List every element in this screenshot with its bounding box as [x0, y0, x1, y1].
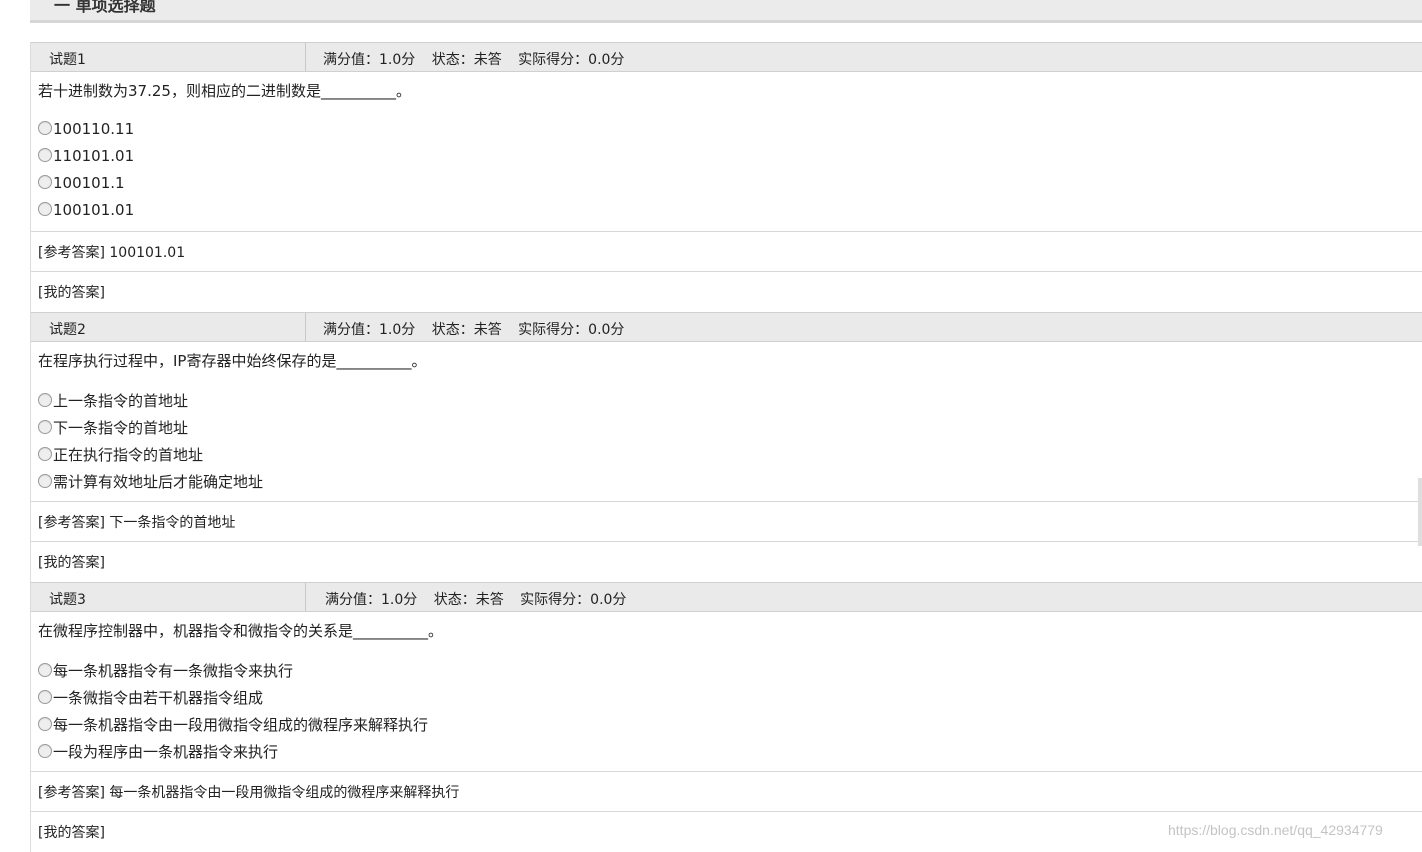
divider: [31, 771, 1422, 772]
question-stem: 在程序执行过程中，IP寄存器中始终保存的是__________。: [38, 352, 427, 370]
option-c[interactable]: 每一条机器指令由一段用微指令组成的微程序来解释执行: [38, 714, 428, 734]
question-meta: 满分值：1.0分 状态：未答 实际得分：0.0分: [323, 49, 636, 69]
score-label: 实际得分：: [518, 322, 589, 338]
reference-answer: [参考答案] 下一条指令的首地址: [38, 512, 235, 532]
option-label: 一条微指令由若干机器指令组成: [53, 689, 264, 707]
radio-button[interactable]: [38, 474, 52, 488]
option-label: 100101.1: [53, 174, 125, 192]
header-divider: [305, 313, 306, 341]
score-value: 0.0分: [588, 322, 625, 338]
question-number: 试题2: [49, 322, 86, 338]
reference-answer: [参考答案] 100101.01: [38, 242, 185, 262]
section-header: 一 单项选择题: [30, 0, 1422, 23]
radio-button[interactable]: [38, 121, 52, 135]
question-stem: 若十进制数为37.25，则相应的二进制数是__________。: [38, 82, 411, 100]
header-divider: [305, 43, 306, 71]
ref-answer-value: 100101.01: [109, 245, 186, 261]
my-answer-label: [我的答案]: [38, 285, 105, 301]
ref-answer-label: [参考答案]: [38, 515, 105, 531]
option-b[interactable]: 110101.01: [38, 147, 134, 167]
my-answer: [我的答案]: [38, 282, 105, 302]
question-meta: 满分值：1.0分 状态：未答 实际得分：0.0分: [323, 319, 636, 339]
my-answer-label: [我的答案]: [38, 825, 105, 841]
option-label: 每一条机器指令由一段用微指令组成的微程序来解释执行: [53, 716, 429, 734]
status-label: 状态：: [431, 52, 474, 68]
option-d[interactable]: 一段为程序由一条机器指令来执行: [38, 741, 278, 761]
divider: [31, 231, 1422, 232]
radio-button[interactable]: [38, 393, 52, 407]
question-header: 试题3 满分值：1.0分 状态：未答 实际得分：0.0分: [31, 582, 1422, 612]
option-d[interactable]: 100101.01: [38, 201, 134, 221]
question-number: 试题1: [49, 52, 86, 68]
option-b[interactable]: 一条微指令由若干机器指令组成: [38, 687, 263, 707]
option-label: 100101.01: [53, 201, 135, 219]
my-answer: [我的答案]: [38, 822, 105, 842]
header-divider: [305, 583, 306, 611]
option-a[interactable]: 上一条指令的首地址: [38, 390, 188, 410]
radio-button[interactable]: [38, 175, 52, 189]
scrollbar-edge[interactable]: [1418, 478, 1422, 546]
radio-button[interactable]: [38, 202, 52, 216]
option-a[interactable]: 每一条机器指令有一条微指令来执行: [38, 660, 293, 680]
option-label: 一段为程序由一条机器指令来执行: [53, 743, 279, 761]
score-label: 实际得分：: [520, 592, 591, 608]
divider: [31, 811, 1422, 812]
option-c[interactable]: 正在执行指令的首地址: [38, 444, 203, 464]
question-2: 试题2 满分值：1.0分 状态：未答 实际得分：0.0分 在程序执行过程中，IP…: [30, 312, 1422, 582]
full-score-label: 满分值：: [325, 592, 381, 608]
full-score-value: 1.0分: [379, 52, 416, 68]
radio-button[interactable]: [38, 663, 52, 677]
option-c[interactable]: 100101.1: [38, 174, 125, 194]
full-score-label: 满分值：: [323, 52, 379, 68]
radio-button[interactable]: [38, 690, 52, 704]
score-label: 实际得分：: [518, 52, 589, 68]
my-answer-label: [我的答案]: [38, 555, 105, 571]
option-label: 110101.01: [53, 147, 135, 165]
section-title: 一 单项选择题: [54, 0, 156, 15]
full-score-value: 1.0分: [381, 592, 418, 608]
question-header: 试题1 满分值：1.0分 状态：未答 实际得分：0.0分: [31, 42, 1422, 72]
score-value: 0.0分: [588, 52, 625, 68]
option-d[interactable]: 需计算有效地址后才能确定地址: [38, 471, 263, 491]
radio-button[interactable]: [38, 447, 52, 461]
ref-answer-label: [参考答案]: [38, 785, 105, 801]
status-value: 未答: [473, 322, 502, 338]
full-score-value: 1.0分: [379, 322, 416, 338]
radio-button[interactable]: [38, 744, 52, 758]
divider: [31, 541, 1422, 542]
status-value: 未答: [473, 52, 502, 68]
option-label: 正在执行指令的首地址: [53, 446, 204, 464]
full-score-label: 满分值：: [323, 322, 379, 338]
status-value: 未答: [475, 592, 504, 608]
divider: [31, 271, 1422, 272]
question-stem: 在微程序控制器中，机器指令和微指令的关系是__________。: [38, 622, 444, 640]
score-value: 0.0分: [590, 592, 627, 608]
radio-button[interactable]: [38, 420, 52, 434]
option-label: 上一条指令的首地址: [53, 392, 189, 410]
watermark: https://blog.csdn.net/qq_42934779: [1168, 822, 1383, 838]
status-label: 状态：: [431, 322, 474, 338]
question-header: 试题2 满分值：1.0分 状态：未答 实际得分：0.0分: [31, 312, 1422, 342]
divider: [31, 501, 1422, 502]
radio-button[interactable]: [38, 148, 52, 162]
question-meta: 满分值：1.0分 状态：未答 实际得分：0.0分: [325, 589, 638, 609]
reference-answer: [参考答案] 每一条机器指令由一段用微指令组成的微程序来解释执行: [38, 782, 459, 802]
question-3: 试题3 满分值：1.0分 状态：未答 实际得分：0.0分 在微程序控制器中，机器…: [30, 582, 1422, 852]
option-label: 下一条指令的首地址: [53, 419, 189, 437]
ref-answer-value: 每一条机器指令由一段用微指令组成的微程序来解释执行: [109, 785, 460, 801]
option-label: 100110.11: [53, 120, 135, 138]
my-answer: [我的答案]: [38, 552, 105, 572]
status-label: 状态：: [433, 592, 476, 608]
option-label: 每一条机器指令有一条微指令来执行: [53, 662, 294, 680]
option-label: 需计算有效地址后才能确定地址: [53, 473, 264, 491]
ref-answer-value: 下一条指令的首地址: [109, 515, 236, 531]
question-1: 试题1 满分值：1.0分 状态：未答 实际得分：0.0分 若十进制数为37.25…: [30, 42, 1422, 312]
option-a[interactable]: 100110.11: [38, 120, 134, 140]
question-number: 试题3: [49, 592, 86, 608]
ref-answer-label: [参考答案]: [38, 245, 105, 261]
radio-button[interactable]: [38, 717, 52, 731]
option-b[interactable]: 下一条指令的首地址: [38, 417, 188, 437]
